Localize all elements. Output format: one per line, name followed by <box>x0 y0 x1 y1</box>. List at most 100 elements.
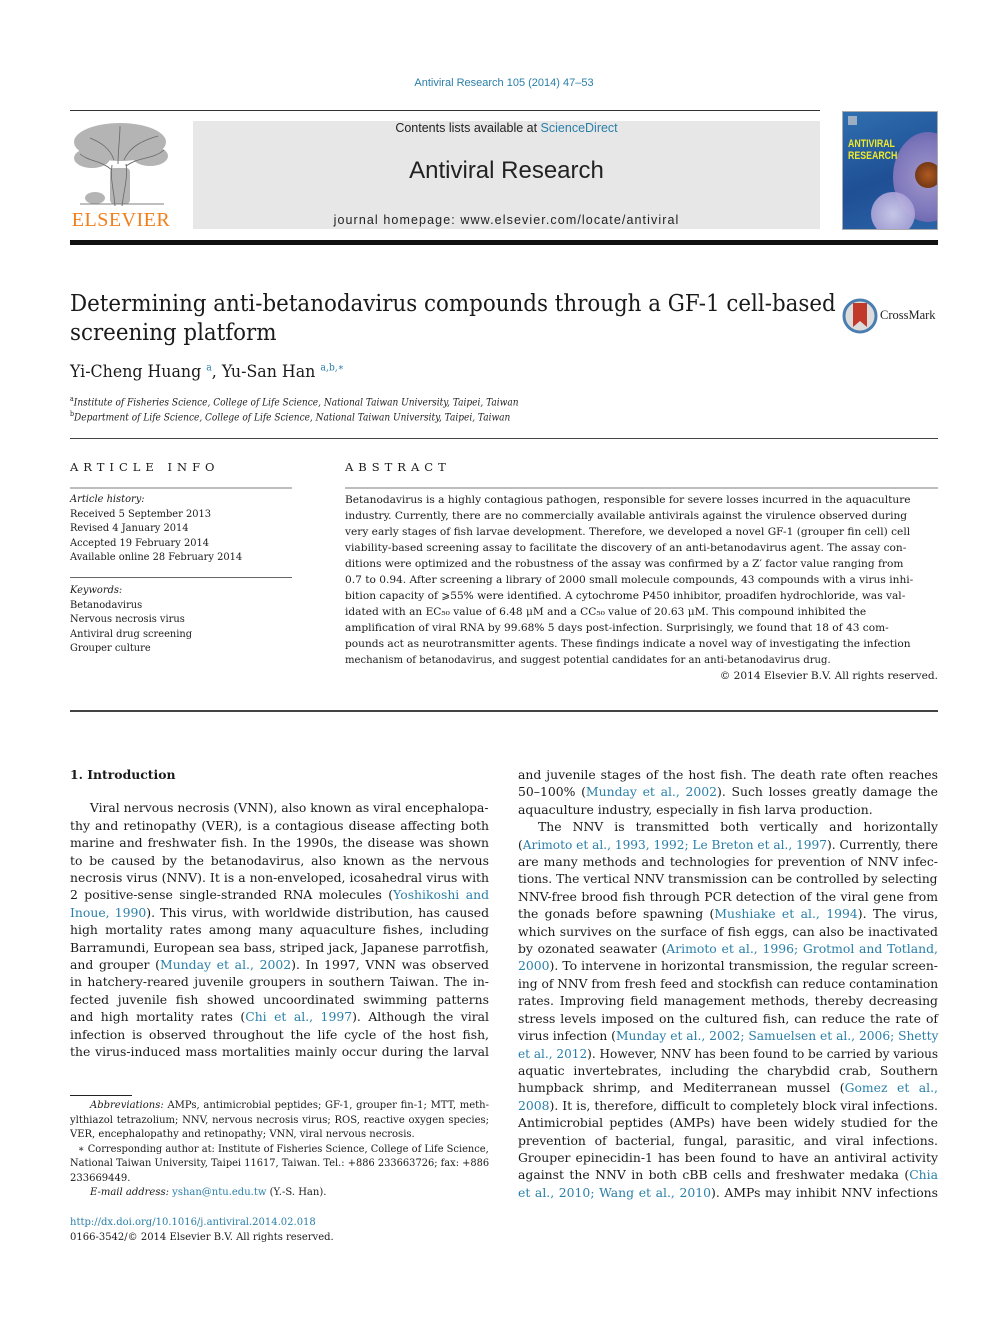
section-divider <box>70 438 938 439</box>
body-text: ). To intervene in horizontal transmissi… <box>549 958 938 974</box>
keyword: Betanodavirus <box>70 598 143 611</box>
citation-link[interactable]: Chia <box>909 1167 938 1182</box>
body-text: ). However, NNV has been found to be car… <box>587 1045 939 1061</box>
keyword: Grouper culture <box>70 642 151 654</box>
body-line: necrosis virus (NNV). It is a non-envelo… <box>70 869 489 886</box>
footnote-rule <box>70 1095 132 1096</box>
body-text: NNV-free brood fish through PCR detectio… <box>518 888 938 904</box>
journal-cover-image[interactable]: ANTIVIRAL RESEARCH <box>842 111 938 230</box>
body-text: 50–100% ( <box>518 784 586 800</box>
citation-link[interactable]: et al., 2010; Wang et al., 2010 <box>518 1185 711 1200</box>
body-line: humpback shrimp, and Mediterranean musse… <box>518 1079 938 1096</box>
history-item: Accepted 19 February 2014 <box>70 536 210 549</box>
footnote-abbreviations: Abbreviations: AMPs, antimicrobial pepti… <box>90 1100 489 1111</box>
author-name[interactable]: Yu-San Han <box>222 362 315 382</box>
citation-link[interactable]: Munday et al., 2002; Samuelsen et al., 2… <box>616 1028 938 1043</box>
body-paragraph: and juvenile stages of the host fish. Th… <box>518 766 938 1201</box>
body-text: Antimicrobial peptides (AMPs) have been … <box>518 1115 938 1131</box>
sciencedirect-link[interactable]: ScienceDirect <box>541 121 618 135</box>
body-text: thy and retinopathy (VER), is a contagio… <box>70 817 489 833</box>
citation-link[interactable]: 2000 <box>518 958 550 973</box>
body-text: humpback shrimp, and Mediterranean musse… <box>518 1080 845 1096</box>
body-text: and grouper ( <box>70 957 161 973</box>
issn-copyright: 0166-3542/© 2014 Elsevier B.V. All right… <box>70 1231 334 1243</box>
affiliation-b: bDepartment of Life Science, College of … <box>70 410 511 424</box>
body-text: the virus-induced mass mortalities mainl… <box>70 1044 489 1060</box>
header-thick-rule <box>70 240 938 245</box>
body-line: and high mortality rates (Chi et al., 19… <box>70 1008 489 1025</box>
homepage-prefix: journal homepage: <box>333 213 461 227</box>
journal-title[interactable]: Antiviral Research <box>193 157 820 185</box>
author-list: Yi-Cheng Huang a, Yu-San Han a,b,∗ <box>70 362 345 382</box>
body-line: and juvenile stages of the host fish. Th… <box>518 766 938 783</box>
body-line: 2008). It is, therefore, difficult to co… <box>518 1097 938 1114</box>
history-item: Available online 28 February 2014 <box>70 551 243 563</box>
keyword: Antiviral drug screening <box>70 627 193 640</box>
abstract-line: Betanodavirus is a highly contagious pat… <box>345 494 911 506</box>
body-text: ). Although the viral <box>352 1009 489 1025</box>
body-text: to be caused by the betanodavirus, also … <box>70 852 489 868</box>
abstract-line: mechanism of betanodavirus, and suggest … <box>345 654 831 666</box>
abstract-rule <box>345 487 938 489</box>
citation-link[interactable]: Inoue, 1990 <box>70 905 146 920</box>
citation-link[interactable]: Chi et al., 1997 <box>245 1009 352 1024</box>
abstract-line: very early stages of fish larvae develop… <box>345 526 911 538</box>
cover-decoration <box>915 162 937 188</box>
crossmark-icon <box>842 298 878 334</box>
body-line: rates. Improving field management method… <box>518 992 938 1009</box>
body-line: 2000). To intervene in horizontal transm… <box>518 957 938 974</box>
elsevier-logo[interactable]: ELSEVIER <box>70 120 172 232</box>
doi-link[interactable]: http://dx.doi.org/10.1016/j.antiviral.20… <box>70 1216 334 1231</box>
citation-link[interactable]: et al., 2012 <box>518 1046 587 1061</box>
crossmark-label: CrossMark <box>880 308 936 322</box>
citation-link[interactable]: Yoshikoshi and <box>393 887 489 902</box>
citation-link[interactable]: 2008 <box>518 1098 550 1113</box>
keywords-label: Keywords: <box>70 584 123 596</box>
citation-link[interactable]: Mushiake et al., 1994 <box>714 906 857 921</box>
body-line: fected juvenile fish showed uncoordinate… <box>70 991 489 1008</box>
footnote-corresponding: ∗ Corresponding author at: Institute of … <box>77 1143 489 1155</box>
abstract-line: 0.7 to 0.94. After screening a library o… <box>345 574 914 586</box>
footnote-line: National Taiwan University, Taipei 11617… <box>70 1158 490 1169</box>
abstract-copyright: © 2014 Elsevier B.V. All rights reserved… <box>719 670 938 682</box>
body-line: thy and retinopathy (VER), is a contagio… <box>70 817 489 834</box>
body-paragraph: Viral nervous necrosis (VNN), also known… <box>70 799 489 1060</box>
journal-reference-link[interactable]: Antiviral Research 105 (2014) 47–53 <box>0 77 992 89</box>
abstract-line: ditions were optimized and the robustnes… <box>345 558 904 570</box>
body-text: rates. Improving field management method… <box>518 993 938 1009</box>
body-text: prevention of bacterial, fungal, parasit… <box>518 1132 938 1148</box>
footnote-line: ylthiazol tetrazolium; NNV, nervous necr… <box>70 1114 489 1126</box>
keyword: Nervous necrosis virus <box>70 613 185 625</box>
homepage-url-link[interactable]: www.elsevier.com/locate/antiviral <box>460 213 679 227</box>
body-text: Grouper epinecidin-1 has been found to h… <box>518 1149 938 1165</box>
footnotes: Abbreviations: AMPs, antimicrobial pepti… <box>70 1099 489 1201</box>
section-heading-introduction: 1. Introduction <box>70 767 176 782</box>
body-line: marine and freshwater fish. In the 1990s… <box>70 834 489 851</box>
email-link[interactable]: yshan@ntu.edu.tw <box>172 1187 266 1198</box>
body-text: in hatchery-reared juvenile groupers in … <box>70 974 489 990</box>
body-line: aquatic invertebrates, including the cha… <box>518 1062 938 1079</box>
doi-block: http://dx.doi.org/10.1016/j.antiviral.20… <box>70 1216 334 1245</box>
header-top-rule <box>70 110 820 111</box>
body-text: are many methods and technologies for pr… <box>518 854 938 870</box>
body-line: tions. The vertical NNV transmission can… <box>518 870 938 887</box>
crossmark-button[interactable]: CrossMark <box>842 297 942 335</box>
citation-link[interactable]: Arimoto et al., 1996; Grotmol and Totlan… <box>666 941 938 956</box>
body-text: The NNV is transmitted both vertically a… <box>538 819 938 835</box>
author-name[interactable]: Yi-Cheng Huang <box>70 362 201 382</box>
citation-link[interactable]: Munday et al., 2002 <box>586 784 717 799</box>
body-line: infection is observed throughout the lif… <box>70 1026 489 1043</box>
history-item: Revised 4 January 2014 <box>70 522 189 534</box>
body-text: the gonads before spawning ( <box>518 906 715 922</box>
author-affiliation-mark[interactable]: a,b,∗ <box>320 362 344 373</box>
body-text: 2 positive-sense single-stranded RNA mol… <box>70 887 394 903</box>
citation-link[interactable]: Munday et al., 2002 <box>160 957 291 972</box>
citation-link[interactable]: Gomez et al., <box>845 1080 938 1095</box>
body-text: aquaculture industry, especially in fish… <box>518 801 873 817</box>
body-line: against the NNV in both cBB cells and fr… <box>518 1166 938 1183</box>
body-line: NNV-free brood fish through PCR detectio… <box>518 888 938 905</box>
body-text: ). It is, therefore, difficult to comple… <box>549 1097 938 1113</box>
body-line: high mortality rates among many aquacult… <box>70 921 489 938</box>
body-text: infection is observed throughout the lif… <box>70 1026 489 1042</box>
citation-link[interactable]: Arimoto et al., 1993, 1992; Le Breton et… <box>523 837 827 852</box>
